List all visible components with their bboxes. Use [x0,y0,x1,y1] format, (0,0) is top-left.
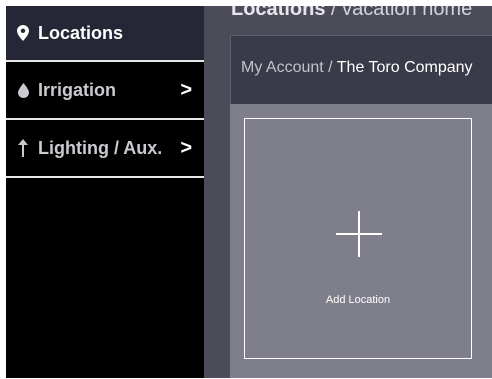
sidebar-item-irrigation[interactable]: Irrigation > [6,60,204,118]
map-pin-icon [16,25,30,41]
locations-grid: Add Location [230,104,492,378]
page-title-separator: / [331,6,337,20]
sidebar-item-label: Locations [38,22,124,43]
sidebar-item-locations[interactable]: Locations [6,6,204,60]
sidebar-item-lighting[interactable]: Lighting / Aux. > [6,118,204,178]
page-title-main: Locations [231,6,326,20]
page-title-location: vacation home [342,6,473,20]
sidebar: Locations Irrigation > Lighting / Aux. > [6,6,204,378]
page-title: Locations / vacation home [231,6,472,21]
sidebar-item-label: Irrigation [38,79,117,100]
add-location-card[interactable]: Add Location [244,118,472,359]
breadcrumb-company[interactable]: The Toro Company [337,59,473,76]
arrow-up-icon [16,139,30,157]
water-drop-icon [16,82,30,98]
main-panel: Locations / vacation home My Account / T… [204,6,492,378]
chevron-right-icon: > [180,136,192,159]
add-location-label: Add Location [325,294,391,306]
breadcrumb-my-account[interactable]: My Account [241,59,324,76]
app-frame: Locations Irrigation > Lighting / Aux. >… [6,6,492,378]
plus-icon [336,211,382,257]
breadcrumb-separator: / [328,59,333,76]
sidebar-item-label: Lighting / Aux. [38,137,163,158]
chevron-right-icon: > [180,78,192,101]
breadcrumb-bar: My Account / The Toro Company [230,35,492,104]
breadcrumb: My Account / The Toro Company [241,59,473,77]
